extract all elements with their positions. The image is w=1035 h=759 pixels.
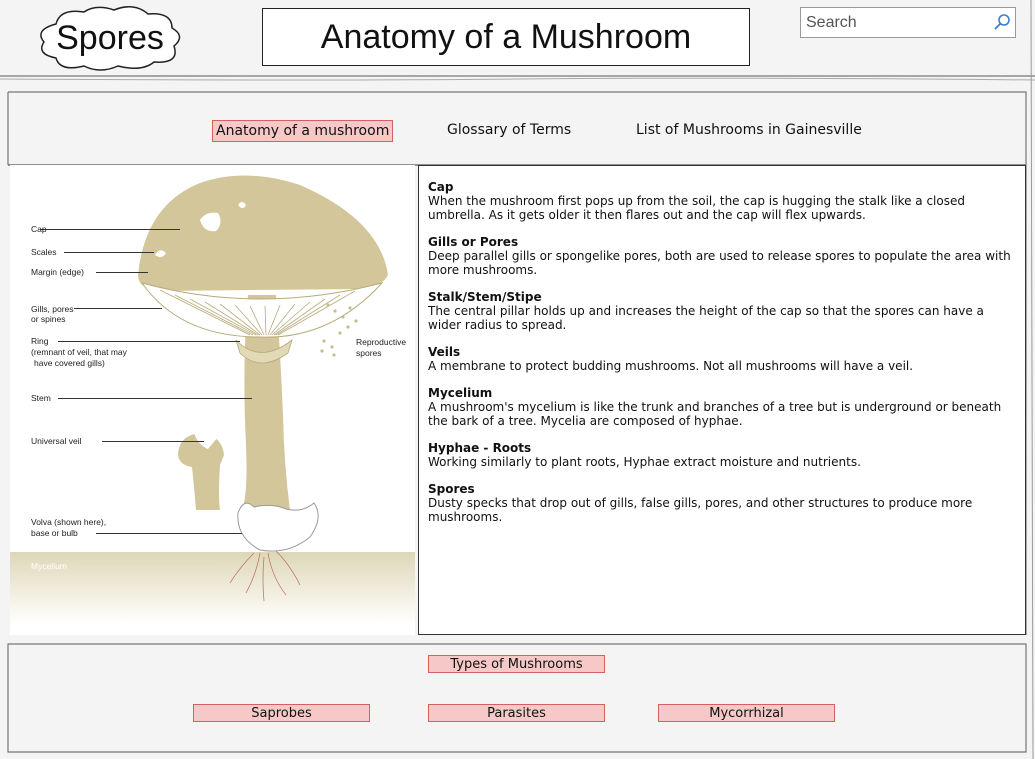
label-cap: Cap — [31, 224, 47, 234]
label-ring-3: have covered gills) — [34, 358, 105, 368]
term-body: A mushroom's mycelium is like the trunk … — [428, 400, 1002, 428]
term-title: Mycelium — [428, 386, 493, 400]
term-cap: Cap When the mushroom first pops up from… — [428, 180, 1017, 222]
nav-mushroom-list[interactable]: List of Mushrooms in Gainesville — [636, 120, 862, 140]
label-line — [96, 272, 148, 273]
term-body: A membrane to protect budding mushrooms.… — [428, 359, 914, 373]
term-mycelium: Mycelium A mushroom's mycelium is like t… — [428, 386, 1017, 428]
search-icon[interactable] — [993, 13, 1011, 31]
types-of-mushrooms-button[interactable]: Types of Mushrooms — [428, 655, 605, 673]
label-line — [76, 566, 216, 567]
term-veils: Veils A membrane to protect budding mush… — [428, 345, 1017, 373]
saprobes-button[interactable]: Saprobes — [193, 704, 370, 722]
search-input[interactable] — [801, 8, 986, 37]
label-universal-veil: Universal veil — [31, 436, 82, 446]
mycorrhizal-button[interactable]: Mycorrhizal — [658, 704, 835, 722]
label-ring-2: (remnant of veil, that may — [31, 347, 127, 357]
label-ring-1: Ring — [31, 336, 49, 346]
search-box — [800, 7, 1016, 38]
term-body: When the mushroom first pops up from the… — [428, 194, 965, 222]
term-body: The central pillar holds up and increase… — [428, 304, 984, 332]
term-title: Hyphae - Roots — [428, 441, 532, 455]
logo[interactable]: Spores — [34, 4, 186, 72]
label-line — [40, 229, 180, 230]
label-line — [58, 341, 240, 342]
term-body: Deep parallel gills or spongelike pores,… — [428, 249, 1011, 277]
term-stalk: Stalk/Stem/Stipe The central pillar hold… — [428, 290, 1017, 332]
term-body: Working similarly to plant roots, Hyphae… — [428, 455, 861, 469]
label-spores-2: spores — [356, 348, 382, 358]
main-nav: Anatomy of a mushroom Glossary of Terms … — [0, 120, 1035, 142]
nav-glossary[interactable]: Glossary of Terms — [447, 120, 571, 140]
label-gills-2: or spines — [31, 314, 66, 324]
label-line — [58, 398, 252, 399]
label-line — [74, 308, 162, 309]
anatomy-terms-panel: Cap When the mushroom first pops up from… — [418, 165, 1026, 635]
nav-anatomy[interactable]: Anatomy of a mushroom — [212, 120, 394, 142]
page-title: Anatomy of a Mushroom — [262, 8, 750, 66]
label-stem: Stem — [31, 393, 51, 403]
label-volva-1: Volva (shown here), — [31, 517, 107, 527]
label-gills-1: Gills, pores — [31, 304, 74, 314]
label-mycelium: Mycelium — [31, 561, 67, 571]
label-line — [64, 252, 154, 253]
term-hyphae: Hyphae - Roots Working similarly to plan… — [428, 441, 1017, 469]
term-title: Stalk/Stem/Stipe — [428, 290, 542, 304]
term-gills: Gills or Pores Deep parallel gills or sp… — [428, 235, 1017, 277]
label-scales: Scales — [31, 247, 57, 257]
label-volva-2: base or bulb — [31, 528, 78, 538]
parasites-button[interactable]: Parasites — [428, 704, 605, 722]
term-spores: Spores Dusty specks that drop out of gil… — [428, 482, 1017, 524]
mushroom-illustration — [138, 175, 388, 602]
anatomy-diagram: Cap Scales Margin (edge) Gills, pores or… — [10, 165, 415, 635]
term-title: Gills or Pores — [428, 235, 519, 249]
term-title: Cap — [428, 180, 454, 194]
term-title: Veils — [428, 345, 461, 359]
label-spores-1: Reproductive — [356, 337, 407, 347]
label-line — [102, 441, 204, 442]
label-margin: Margin (edge) — [31, 267, 84, 277]
term-body: Dusty specks that drop out of gills, fal… — [428, 496, 973, 524]
term-title: Spores — [428, 482, 475, 496]
label-line — [96, 533, 242, 534]
